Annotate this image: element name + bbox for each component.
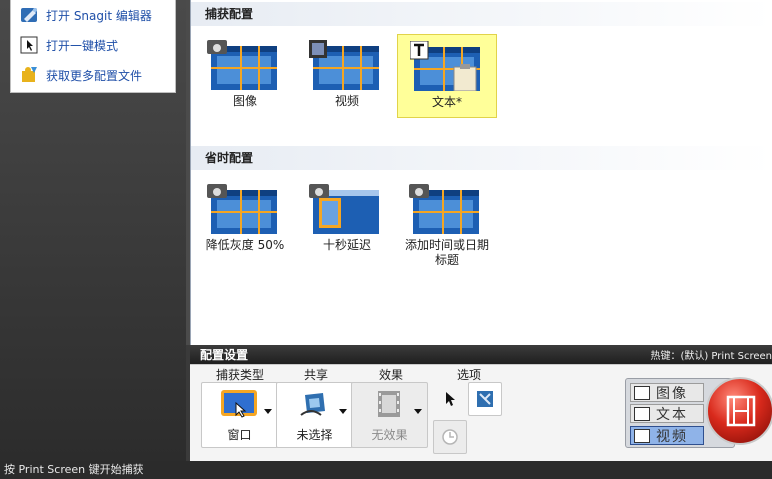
text-profile-thumbnail: [410, 41, 480, 91]
capture-profiles-header: 捕获配置: [191, 2, 772, 26]
timesaver-profiles-header: 省时配置: [191, 146, 772, 170]
share-value: 未选择: [296, 428, 333, 442]
puzzle-icon: [19, 65, 41, 85]
one-click-mode-label: 打开一键模式: [46, 38, 119, 53]
profile-timestamp-label: 添加时间或日期 标题: [404, 238, 489, 267]
effects-film-icon: [378, 391, 400, 417]
options-label: 选项: [456, 368, 481, 382]
mode-image-label: 图像: [656, 385, 688, 402]
delay-timer-button[interactable]: [433, 420, 467, 454]
mode-video[interactable]: 视频: [630, 426, 704, 445]
image-profile-thumbnail: [207, 40, 277, 90]
profile-grayscale-label: 降低灰度 50%: [205, 238, 285, 252]
status-bar: 按 Print Screen 键开始捕获: [0, 461, 772, 479]
film-icon: [726, 395, 756, 427]
capture-type-value: 窗口: [227, 428, 252, 442]
capture-button[interactable]: [706, 377, 772, 445]
mode-image[interactable]: 图像: [630, 383, 704, 402]
preview-window-icon: [477, 391, 493, 407]
chevron-down-icon: [339, 409, 347, 414]
mode-text[interactable]: 文本: [630, 404, 704, 423]
open-editor-label: 打开 Snagit 编辑器: [46, 8, 152, 23]
mode-video-label: 视频: [656, 428, 688, 445]
profile-image-label: 图像: [232, 94, 257, 108]
hotkey-label: 热键：(默认) Print Screen: [650, 351, 772, 362]
profile-text[interactable]: 文本*: [397, 34, 497, 118]
profile-grayscale[interactable]: 降低灰度 50%: [195, 178, 295, 262]
profile-text-label: 文本*: [431, 95, 462, 109]
share-button[interactable]: 未选择: [276, 382, 353, 448]
quick-launch-menu: 打开 Snagit 编辑器 打开一键模式 获取更多配置文件: [10, 0, 176, 93]
capture-type-label: 捕获类型: [215, 368, 264, 382]
timestamp-profile-thumbnail: [409, 184, 479, 234]
one-click-mode-link[interactable]: 打开一键模式: [19, 34, 118, 56]
video-profile-thumbnail: [309, 40, 379, 90]
mode-text-label: 文本: [656, 406, 688, 423]
chevron-down-icon: [264, 409, 272, 414]
profile-timestamp[interactable]: 添加时间或日期 标题: [397, 178, 497, 274]
share-label: 共享: [303, 368, 328, 382]
profile-delay[interactable]: 十秒延迟: [297, 178, 397, 262]
delay-profile-thumbnail: [309, 184, 379, 234]
profile-settings-title: 配置设置: [200, 348, 249, 362]
profiles-list: 捕获配置 图像 视频 文本* 省时配置 降低灰度 50% 十秒延迟 添加时间或日…: [190, 0, 772, 345]
clock-icon: [442, 429, 458, 445]
text-icon: [634, 406, 650, 421]
grayscale-profile-thumbnail: [207, 184, 277, 234]
profiles-area: 捕获配置 图像 视频 文本* 省时配置 降低灰度 50% 十秒延迟 添加时间或日…: [186, 0, 772, 345]
film-icon: [634, 428, 650, 443]
chevron-down-icon: [414, 409, 422, 414]
camera-icon: [634, 385, 650, 400]
get-more-profiles-link[interactable]: 获取更多配置文件: [19, 64, 142, 86]
capture-type-button[interactable]: 窗口: [201, 382, 278, 448]
window-capture-icon: [221, 390, 257, 418]
profile-image[interactable]: 图像: [195, 34, 295, 118]
get-more-profiles-label: 获取更多配置文件: [46, 68, 143, 83]
effects-label: 效果: [378, 368, 403, 382]
preview-toggle-button[interactable]: [468, 382, 502, 416]
cursor-toggle-icon[interactable]: [444, 391, 456, 407]
profile-video[interactable]: 视频: [297, 34, 397, 118]
open-editor-link[interactable]: 打开 Snagit 编辑器: [19, 4, 152, 26]
snagit-editor-icon: [19, 5, 41, 25]
one-click-icon: [19, 35, 41, 55]
share-icon: [300, 393, 325, 416]
profile-video-label: 视频: [334, 94, 359, 108]
effects-button[interactable]: 无效果: [351, 382, 428, 448]
profile-settings-bar: 配置设置 热键：(默认) Print Screen: [190, 345, 772, 364]
effects-value: 无效果: [371, 428, 408, 442]
profile-delay-label: 十秒延迟: [322, 238, 371, 252]
